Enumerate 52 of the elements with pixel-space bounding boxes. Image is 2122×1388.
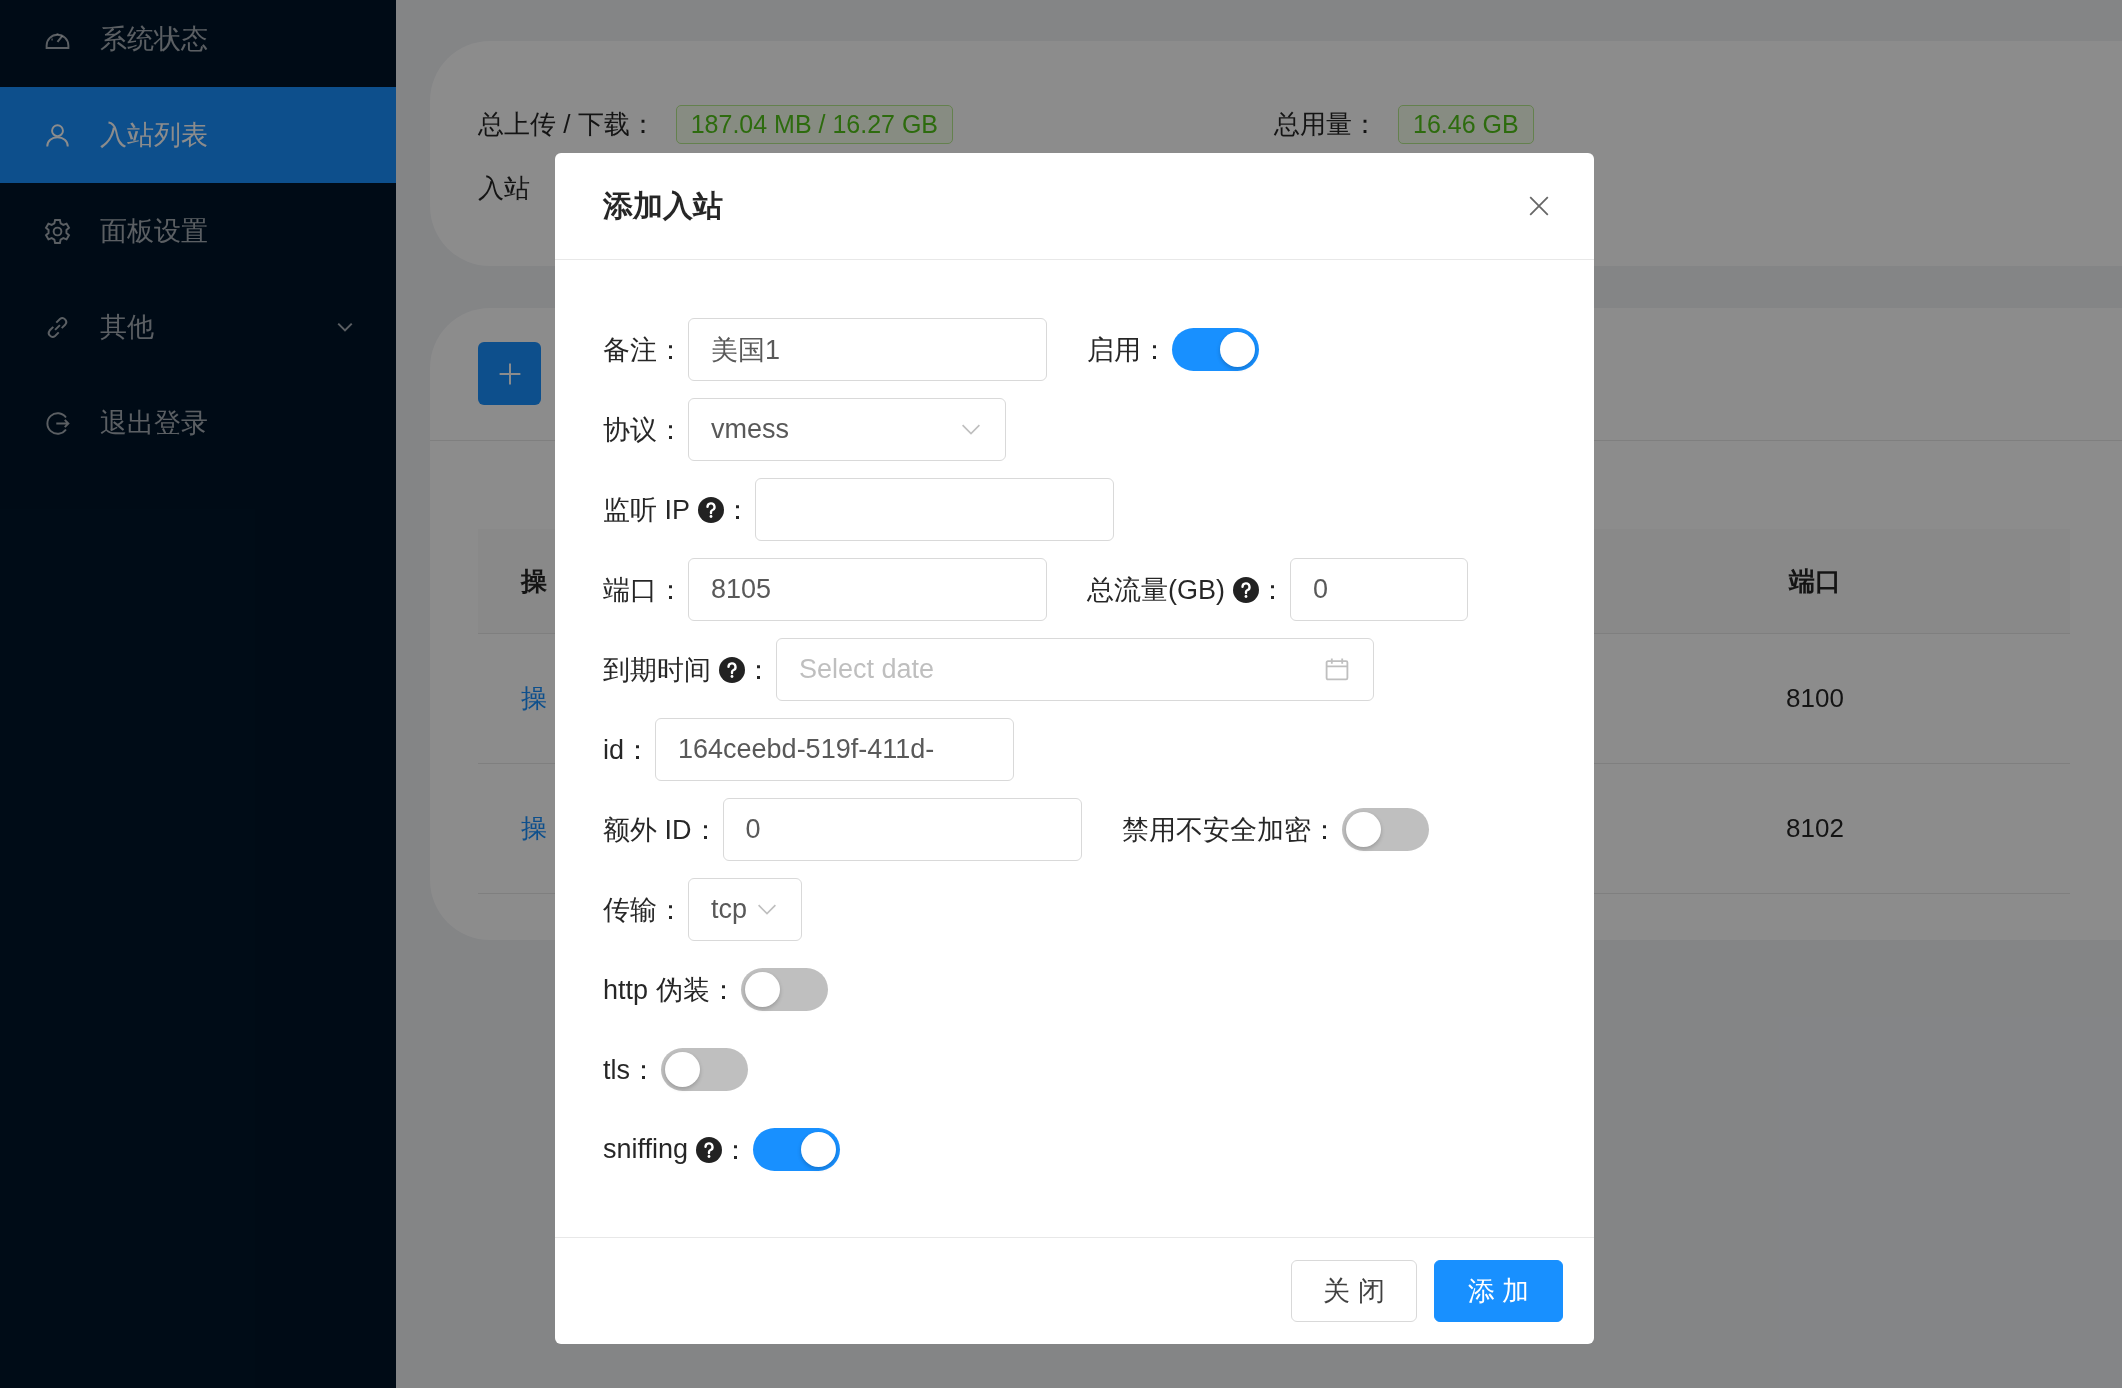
date-field[interactable]: Select date	[776, 638, 1374, 701]
field-label: 总流量(GB)	[1087, 573, 1225, 607]
help-icon[interactable]	[698, 496, 724, 523]
stat-label: 总上传 / 下载：	[478, 107, 656, 141]
help-icon[interactable]	[696, 1136, 723, 1163]
column-header: 操	[519, 564, 547, 598]
chevron-down-icon	[757, 903, 777, 916]
toggle-switch[interactable]	[753, 1128, 841, 1171]
chevron-down-icon	[961, 423, 981, 436]
input-field[interactable]: 8105	[688, 558, 1047, 621]
help-icon[interactable]	[719, 656, 745, 683]
field-label: 协议：	[603, 413, 684, 447]
field-label: 额外 ID：	[603, 813, 719, 847]
toggle-switch[interactable]	[661, 1048, 748, 1091]
field-label: 禁用不安全加密：	[1121, 813, 1338, 847]
calendar-icon	[1324, 656, 1350, 682]
close-button[interactable]: 关 闭	[1291, 1260, 1417, 1322]
table-cell: 8100	[1786, 683, 1844, 714]
close-icon[interactable]	[1528, 195, 1550, 217]
field-label: http 伪装：	[603, 973, 737, 1007]
toggle-switch[interactable]	[1172, 328, 1259, 371]
input-field[interactable]: 美国1	[688, 318, 1047, 381]
input-field[interactable]: 164ceebd-519f-411d-	[655, 718, 1014, 781]
modal-title: 添加入站	[603, 187, 723, 224]
field-label: sniffing	[603, 1134, 689, 1165]
toggle-switch[interactable]	[1341, 808, 1429, 851]
input-field[interactable]: 0	[722, 798, 1082, 861]
select-field[interactable]: vmess	[688, 398, 1006, 461]
column-header: 端口	[1789, 564, 1841, 598]
label-colon: ：	[724, 493, 751, 527]
add-button[interactable]	[478, 342, 541, 405]
stat-label: 入站	[478, 171, 530, 205]
toggle-switch[interactable]	[740, 968, 828, 1011]
field-label: tls：	[603, 1053, 657, 1087]
field-label: 到期时间	[603, 653, 711, 687]
label-colon: ：	[745, 653, 772, 687]
stat-label: 总用量：	[1274, 107, 1378, 141]
field-label: 备注：	[603, 333, 684, 367]
field-label: 启用：	[1087, 333, 1168, 367]
input-field[interactable]: 0	[1290, 558, 1468, 621]
label-colon: ：	[722, 1133, 750, 1167]
select-field[interactable]: tcp	[688, 878, 802, 941]
table-cell: 8102	[1786, 813, 1844, 844]
input-field[interactable]	[755, 478, 1114, 541]
label-colon: ：	[1259, 573, 1286, 607]
field-label: 端口：	[603, 573, 684, 607]
help-icon[interactable]	[1233, 576, 1259, 603]
field-label: id：	[603, 733, 651, 767]
stat-tag: 16.46 GB	[1398, 104, 1534, 144]
stat-tag: 187.04 MB / 16.27 GB	[675, 104, 954, 144]
field-label: 监听 IP	[603, 493, 690, 527]
field-label: 传输：	[603, 893, 684, 927]
